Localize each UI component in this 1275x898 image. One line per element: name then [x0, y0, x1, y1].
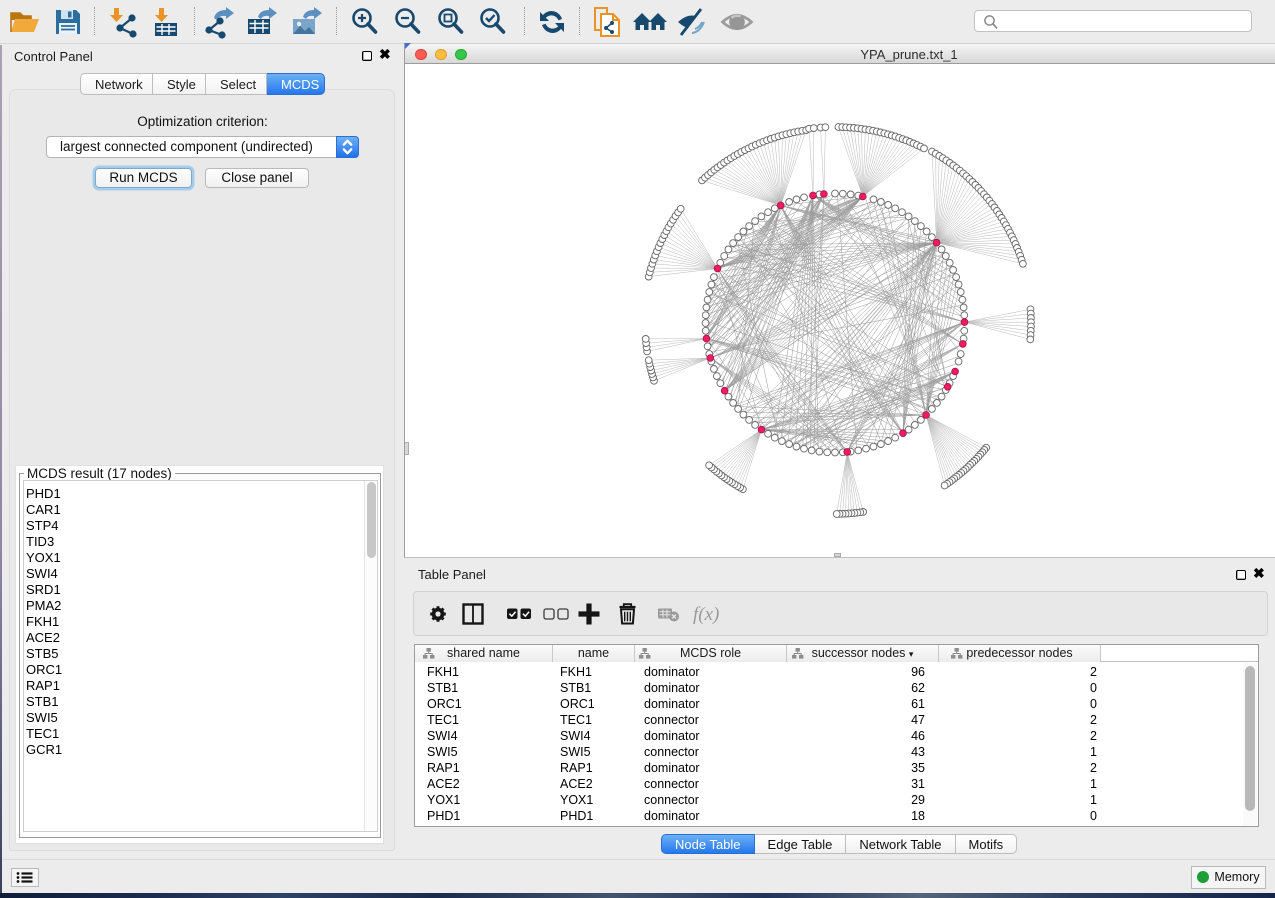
svg-text:f(x): f(x): [693, 604, 719, 625]
